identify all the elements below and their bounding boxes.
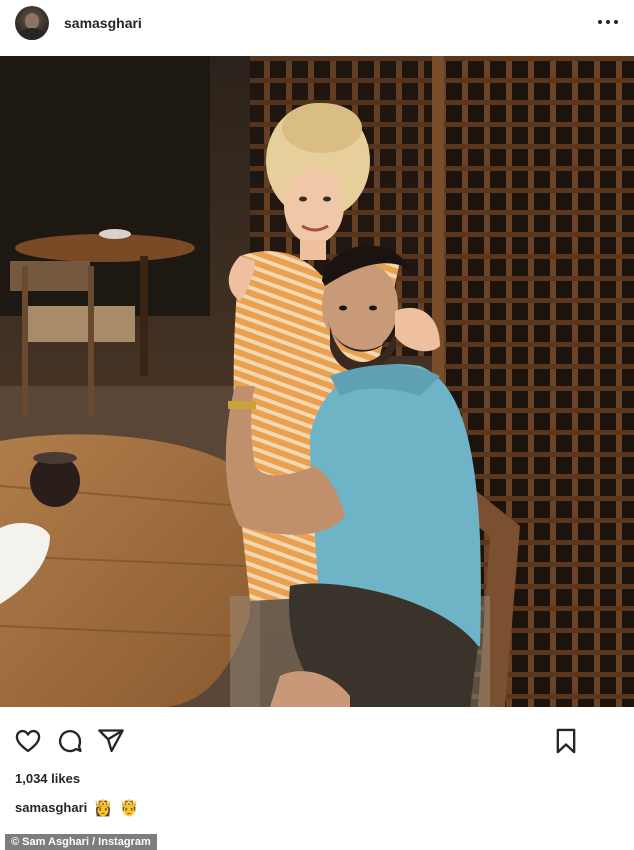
avatar-face	[25, 13, 39, 29]
post-photo[interactable]	[0, 56, 634, 707]
avatar-body	[20, 28, 44, 40]
caption-username[interactable]: samasghari	[15, 800, 87, 815]
post-username[interactable]: samasghari	[64, 15, 142, 31]
caption: samasghari 👸 🤴	[15, 798, 139, 817]
photo-illustration	[0, 56, 634, 707]
photo-credit: © Sam Asghari / Instagram	[5, 834, 157, 850]
paper-plane-icon[interactable]	[97, 727, 125, 755]
ellipsis-icon[interactable]	[598, 14, 618, 30]
princess-emoji: 👸	[93, 798, 114, 817]
prince-emoji: 🤴	[119, 798, 140, 817]
bookmark-icon[interactable]	[552, 727, 580, 755]
heart-icon[interactable]	[14, 727, 42, 755]
action-bar	[0, 707, 634, 767]
likes-count[interactable]: 1,034 likes	[15, 771, 80, 786]
avatar[interactable]	[15, 6, 49, 40]
comment-bubble-icon[interactable]	[56, 727, 84, 755]
post-header: samasghari	[0, 0, 634, 55]
